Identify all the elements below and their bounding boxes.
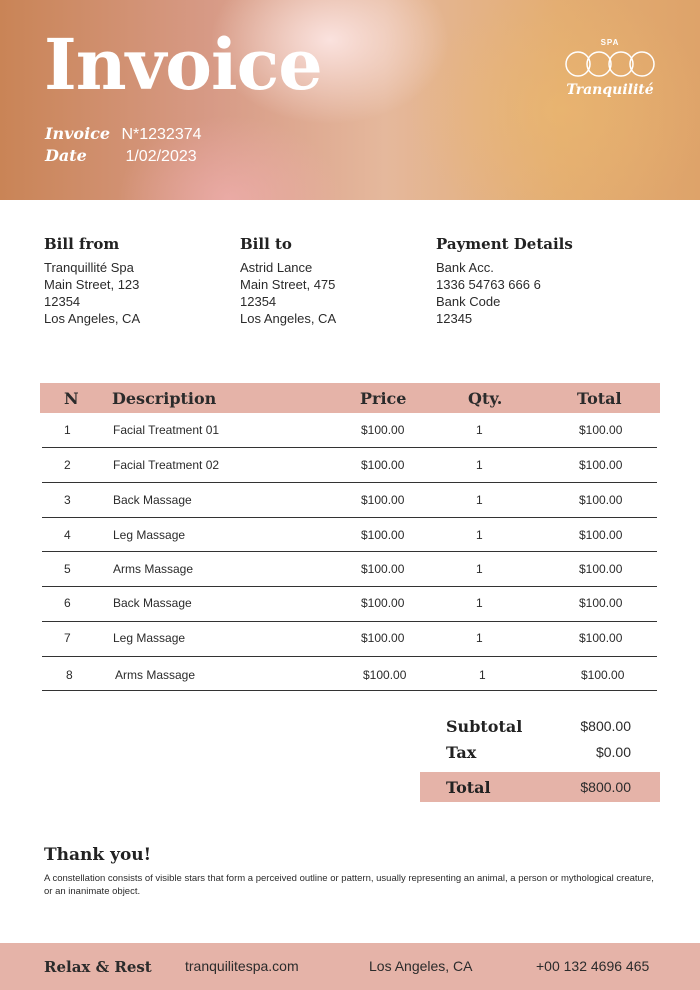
table-row: 3 Back Massage $100.00 1 $100.00: [42, 482, 657, 518]
payment-details-heading: Payment Details: [436, 235, 573, 253]
table-row: 5 Arms Massage $100.00 1 $100.00: [42, 551, 657, 587]
payment-details-line: 1336 54763 666 6: [436, 277, 541, 292]
bill-from-section: Bill from Tranquillité Spa Main Street, …: [44, 235, 140, 327]
footer-tagline: Relax & Rest: [44, 958, 152, 976]
row-qty: 1: [479, 668, 486, 682]
invoice-header: Invoice Invoice N*1232374 Date 1/02/2023…: [0, 0, 700, 200]
row-price: $100.00: [361, 493, 405, 507]
payment-details-section: Payment Details Bank Acc. 1336 54763 666…: [436, 235, 573, 327]
row-number: 7: [64, 631, 71, 645]
thank-you-heading: Thank you!: [44, 845, 152, 865]
interlocking-rings-logo-icon: [565, 51, 655, 77]
column-header-description: Description: [112, 389, 217, 408]
bill-from-line: Main Street, 123: [44, 277, 140, 292]
total-value: $800.00: [580, 779, 631, 795]
row-price: $100.00: [361, 458, 405, 472]
row-description: Facial Treatment 02: [113, 458, 220, 472]
column-header-n: N: [64, 389, 79, 408]
bill-from-line: Los Angeles, CA: [44, 311, 141, 326]
row-number: 8: [66, 668, 73, 682]
invoice-date-value: 1/02/2023: [125, 148, 197, 165]
row-description: Leg Massage: [113, 528, 186, 542]
row-description: Facial Treatment 01: [113, 423, 220, 437]
footer-website-link[interactable]: tranquilitespa.com: [185, 958, 299, 974]
subtotal-value: $800.00: [580, 718, 631, 734]
tax-label: Tax: [446, 743, 477, 762]
row-number: 4: [64, 528, 71, 542]
column-header-price: Price: [360, 389, 407, 408]
row-total: $100.00: [579, 423, 623, 437]
total-label: Total: [446, 778, 491, 797]
row-qty: 1: [476, 423, 483, 437]
logo-brand-name: Tranquilité: [566, 82, 654, 98]
bill-to-line: Main Street, 475: [240, 277, 336, 292]
row-description: Arms Massage: [113, 562, 194, 576]
payment-details-line: Bank Code: [436, 294, 501, 309]
column-header-total: Total: [577, 389, 622, 408]
bill-to-line: Astrid Lance: [240, 260, 313, 275]
row-number: 5: [64, 562, 71, 576]
row-number: 1: [64, 423, 71, 437]
row-qty: 1: [476, 458, 483, 472]
tax-value: $0.00: [595, 744, 631, 760]
bill-from-line: 12354: [44, 294, 81, 309]
row-description: Arms Massage: [115, 668, 196, 682]
row-total: $100.00: [579, 562, 623, 576]
row-total: $100.00: [579, 631, 623, 645]
row-price: $100.00: [361, 631, 405, 645]
invoice-title: Invoice: [44, 23, 323, 106]
bill-to-line: Los Angeles, CA: [240, 311, 337, 326]
column-header-qty: Qty.: [468, 389, 503, 408]
row-total: $100.00: [579, 493, 623, 507]
row-total: $100.00: [579, 528, 623, 542]
payment-details-line: Bank Acc.: [436, 260, 494, 275]
row-description: Back Massage: [113, 596, 192, 610]
spa-logo: SPA Tranquilité: [564, 38, 656, 98]
footer-phone: +00 132 4696 465: [536, 958, 650, 974]
row-description: Leg Massage: [113, 631, 186, 645]
row-total: $100.00: [579, 596, 623, 610]
invoice-date-label: Date: [45, 146, 87, 165]
items-table-header: N Description Price Qty. Total: [40, 383, 660, 413]
bill-from-heading: Bill from: [44, 235, 120, 253]
payment-details-line: 12345: [436, 311, 473, 326]
row-price: $100.00: [363, 668, 407, 682]
row-qty: 1: [476, 493, 483, 507]
invoice-number-label: Invoice: [45, 124, 111, 143]
row-description: Back Massage: [113, 493, 192, 507]
table-row: 8 Arms Massage $100.00 1 $100.00: [42, 656, 657, 691]
invoice-number-value: N*1232374: [121, 126, 202, 143]
row-total: $100.00: [579, 458, 623, 472]
row-price: $100.00: [361, 562, 405, 576]
row-number: 2: [64, 458, 71, 472]
logo-small-text: SPA: [600, 38, 620, 47]
row-price: $100.00: [361, 528, 405, 542]
row-qty: 1: [476, 562, 483, 576]
row-price: $100.00: [361, 596, 405, 610]
table-row: 7 Leg Massage $100.00 1 $100.00: [42, 621, 657, 657]
bill-to-section: Bill to Astrid Lance Main Street, 475 12…: [240, 235, 336, 327]
grand-total-box: Total $800.00: [420, 772, 660, 802]
row-qty: 1: [476, 631, 483, 645]
row-qty: 1: [476, 528, 483, 542]
row-total: $100.00: [581, 668, 625, 682]
row-price: $100.00: [361, 423, 405, 437]
invoice-date-row: Date 1/02/2023: [45, 146, 197, 166]
table-row: 6 Back Massage $100.00 1 $100.00: [42, 586, 657, 622]
row-number: 3: [64, 493, 71, 507]
row-qty: 1: [476, 596, 483, 610]
thank-you-text: A constellation consists of visible star…: [44, 873, 654, 897]
subtotal-label: Subtotal: [446, 717, 523, 736]
row-number: 6: [64, 596, 71, 610]
table-row: 2 Facial Treatment 02 $100.00 1 $100.00: [42, 447, 657, 483]
footer-location: Los Angeles, CA: [369, 958, 473, 974]
bill-to-heading: Bill to: [240, 235, 292, 253]
table-row: 4 Leg Massage $100.00 1 $100.00: [42, 517, 657, 552]
table-row: 1 Facial Treatment 01 $100.00 1 $100.00: [42, 413, 657, 448]
invoice-number-row: Invoice N*1232374: [45, 124, 202, 144]
bill-to-line: 12354: [240, 294, 277, 309]
invoice-footer: Relax & Rest tranquilitespa.com Los Ange…: [0, 943, 700, 990]
bill-from-line: Tranquillité Spa: [44, 260, 134, 275]
